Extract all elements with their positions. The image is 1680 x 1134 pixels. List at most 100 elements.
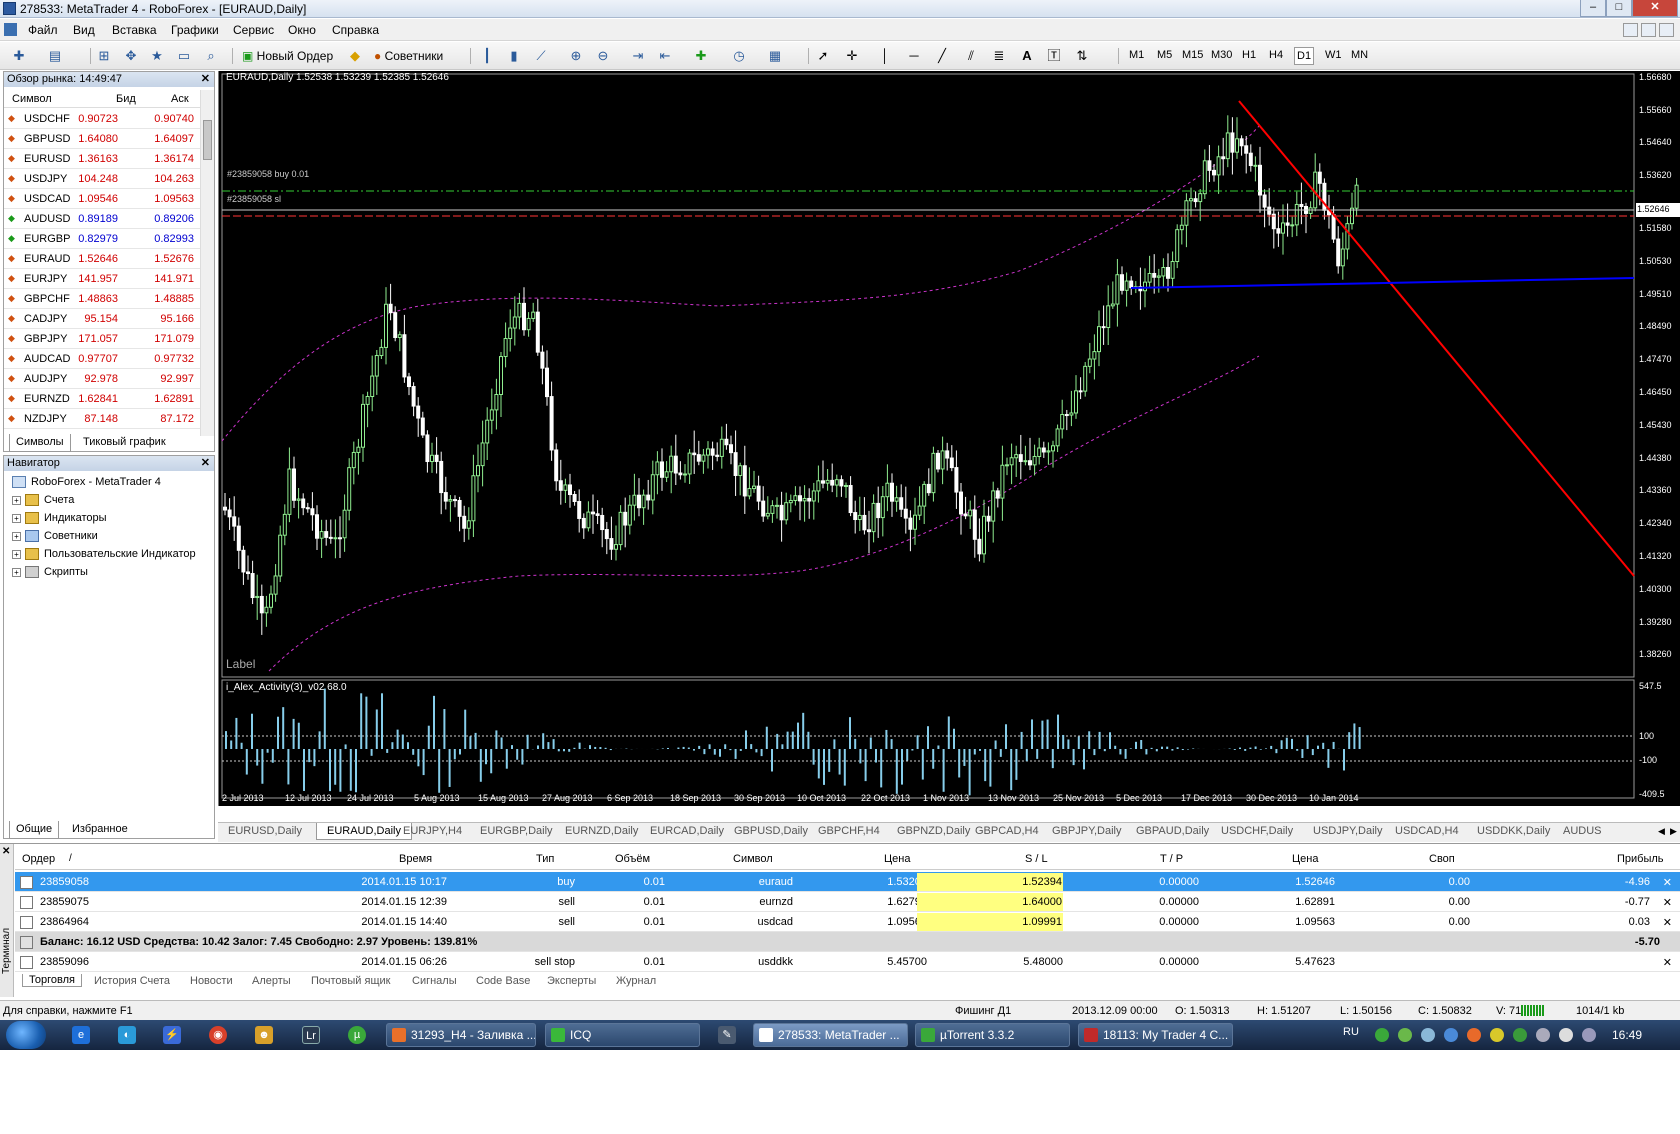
nav-indicators[interactable]: + Индикаторы: [12, 512, 107, 525]
tf-m30[interactable]: M30: [1211, 49, 1232, 61]
market-watch-row[interactable]: ◆ CADJPY 95.154 95.166: [4, 309, 200, 329]
new-order-button[interactable]: ▣ Новый Ордер: [242, 47, 333, 65]
chart-tab[interactable]: EURNZD,Daily: [565, 825, 638, 837]
market-watch-row[interactable]: ◆ USDCAD 1.09546 1.09563: [4, 189, 200, 209]
market-watch-row[interactable]: ◆ EURGBP 0.82979 0.82993: [4, 229, 200, 249]
utorrent-quick-icon[interactable]: µ: [348, 1026, 366, 1044]
navigator-icon[interactable]: ★: [148, 47, 166, 65]
menu-insert[interactable]: Вставка: [112, 23, 157, 37]
tf-mn[interactable]: MN: [1351, 49, 1368, 61]
tf-h4[interactable]: H4: [1269, 49, 1283, 61]
close-icon[interactable]: ✕: [2, 846, 10, 857]
mdi-minimize-button[interactable]: [1623, 23, 1638, 37]
text-tool-icon[interactable]: A: [1018, 47, 1036, 65]
col-symbol[interactable]: Символ: [733, 853, 773, 865]
close-order-icon[interactable]: ✕: [1663, 956, 1672, 969]
pending-order-row[interactable]: 23859096 2014.01.15 06:26 sell stop 0.01…: [15, 952, 1680, 972]
nav-scripts[interactable]: + Скрипты: [12, 566, 88, 579]
col-sl[interactable]: S / L: [1025, 853, 1048, 865]
chart-tab[interactable]: USDDKK,Daily: [1477, 825, 1550, 837]
col-symbol[interactable]: Символ: [12, 93, 52, 105]
chart-tab[interactable]: USDCAD,H4: [1395, 825, 1459, 837]
profiles-icon[interactable]: ▤: [46, 47, 64, 65]
chart-tab[interactable]: GBPAUD,Daily: [1136, 825, 1209, 837]
menu-view[interactable]: Вид: [73, 23, 95, 37]
arrows-icon[interactable]: ⇅: [1073, 47, 1091, 65]
nav-custom-indicators[interactable]: + Пользовательские Индикатор: [12, 548, 196, 561]
taskbar-utorrent-button[interactable]: µTorrent 3.3.2: [915, 1023, 1070, 1047]
tf-d1[interactable]: D1: [1294, 47, 1315, 65]
market-watch-row[interactable]: ◆ AUDCAD 0.97707 0.97732: [4, 349, 200, 369]
chart-tab[interactable]: GBPCHF,H4: [818, 825, 880, 837]
col-order[interactable]: Ордер: [22, 853, 55, 865]
col-price[interactable]: Цена: [884, 853, 910, 865]
order-tp[interactable]: 0.00000: [1159, 896, 1199, 908]
tabs-scroll-right-icon[interactable]: ▶: [1670, 826, 1677, 837]
chart-shift-icon[interactable]: ⇤: [656, 47, 674, 65]
tf-m5[interactable]: M5: [1157, 49, 1172, 61]
menu-tools[interactable]: Сервис: [233, 23, 274, 37]
order-row[interactable]: 23859058 2014.01.15 10:17 buy 0.01 euraud 1.5…: [15, 872, 1680, 892]
tf-m15[interactable]: M15: [1182, 49, 1203, 61]
terminal-icon[interactable]: ▭: [175, 47, 193, 65]
trendline-icon[interactable]: ╱: [933, 47, 951, 65]
periods-icon[interactable]: ◷: [730, 47, 748, 65]
close-icon[interactable]: ✕: [201, 456, 210, 471]
chart-tab[interactable]: GBPUSD,Daily: [734, 825, 808, 837]
cursor-icon[interactable]: ➚: [814, 47, 832, 65]
data-window-icon[interactable]: ✥: [122, 47, 140, 65]
tray-flag-icon[interactable]: [1536, 1028, 1550, 1042]
market-watch-row[interactable]: ◆ GBPUSD 1.64080 1.64097: [4, 129, 200, 149]
order-row[interactable]: 23864964 2014.01.15 14:40 sell 0.01 usdcad 1.…: [15, 912, 1680, 932]
terminal-tab[interactable]: Журнал: [616, 975, 656, 987]
market-watch-row[interactable]: ◆ GBPCHF 1.48863 1.48885: [4, 289, 200, 309]
terminal-tab[interactable]: Почтовый ящик: [311, 975, 390, 987]
col-tp[interactable]: T / P: [1160, 853, 1183, 865]
pen-icon[interactable]: ✎: [718, 1026, 736, 1044]
chart-tab[interactable]: USDCHF,Daily: [1221, 825, 1293, 837]
tf-h1[interactable]: H1: [1242, 49, 1256, 61]
vertical-line-icon[interactable]: │: [876, 47, 894, 65]
col-volume[interactable]: Объём: [615, 853, 650, 865]
metaeditor-icon[interactable]: ◆: [346, 47, 364, 65]
order-sl[interactable]: 1.52394: [917, 873, 1063, 891]
close-order-icon[interactable]: ✕: [1663, 896, 1672, 909]
col-profit[interactable]: Прибыль: [1617, 853, 1664, 865]
lightning-icon[interactable]: ⚡: [163, 1026, 181, 1044]
price-chart[interactable]: [219, 71, 1680, 806]
chrome-icon[interactable]: ◉: [209, 1026, 227, 1044]
channel-icon[interactable]: ⫽: [962, 47, 980, 65]
mdi-icon[interactable]: [4, 23, 17, 36]
terminal-tab[interactable]: Новости: [190, 975, 233, 987]
chart-tab[interactable]: EURAUD,Daily: [316, 823, 412, 840]
tester-icon[interactable]: ⌕: [202, 47, 220, 65]
mdi-restore-button[interactable]: [1641, 23, 1656, 37]
market-watch-row[interactable]: ◆ EURJPY 141.957 141.971: [4, 269, 200, 289]
chart-tab[interactable]: GBPCAD,H4: [975, 825, 1039, 837]
market-watch-row[interactable]: ◆ EURAUD 1.52646 1.52676: [4, 249, 200, 269]
terminal-tab[interactable]: Алерты: [252, 975, 291, 987]
volume-icon[interactable]: [1559, 1028, 1573, 1042]
tab-common[interactable]: Общие: [9, 821, 60, 839]
scroll-thumb[interactable]: [203, 120, 212, 160]
market-watch-row[interactable]: ◆ USDJPY 104.248 104.263: [4, 169, 200, 189]
new-chart-icon[interactable]: ✚: [10, 47, 28, 65]
maximize-button[interactable]: □: [1606, 0, 1632, 17]
terminal-tab[interactable]: Сигналы: [412, 975, 457, 987]
line-chart-icon[interactable]: ⟋: [532, 47, 550, 65]
chart-tab[interactable]: USDJPY,Daily: [1313, 825, 1383, 837]
tf-m1[interactable]: M1: [1129, 49, 1144, 61]
market-watch-icon[interactable]: ⊞: [95, 47, 113, 65]
tf-w1[interactable]: W1: [1325, 49, 1342, 61]
col-current-price[interactable]: Цена: [1292, 853, 1318, 865]
chart-tab[interactable]: EURUSD,Daily: [228, 825, 302, 837]
order-sl[interactable]: 1.09991: [917, 913, 1063, 931]
chart-tab[interactable]: EURCAD,Daily: [650, 825, 724, 837]
chart-window[interactable]: EURAUD,Daily 1.52538 1.53239 1.52385 1.5…: [218, 71, 1680, 806]
order-row[interactable]: 23859075 2014.01.15 12:39 sell 0.01 eurnzd 1.…: [15, 892, 1680, 912]
taskbar-mytrader-button[interactable]: 18113: My Trader 4 C...: [1078, 1023, 1233, 1047]
menu-charts[interactable]: Графики: [171, 23, 219, 37]
market-watch-row[interactable]: ◆ AUDJPY 92.978 92.997: [4, 369, 200, 389]
order-sl[interactable]: 1.64000: [917, 893, 1063, 911]
market-watch-row[interactable]: ◆ USDCHF 0.90723 0.90740: [4, 109, 200, 129]
